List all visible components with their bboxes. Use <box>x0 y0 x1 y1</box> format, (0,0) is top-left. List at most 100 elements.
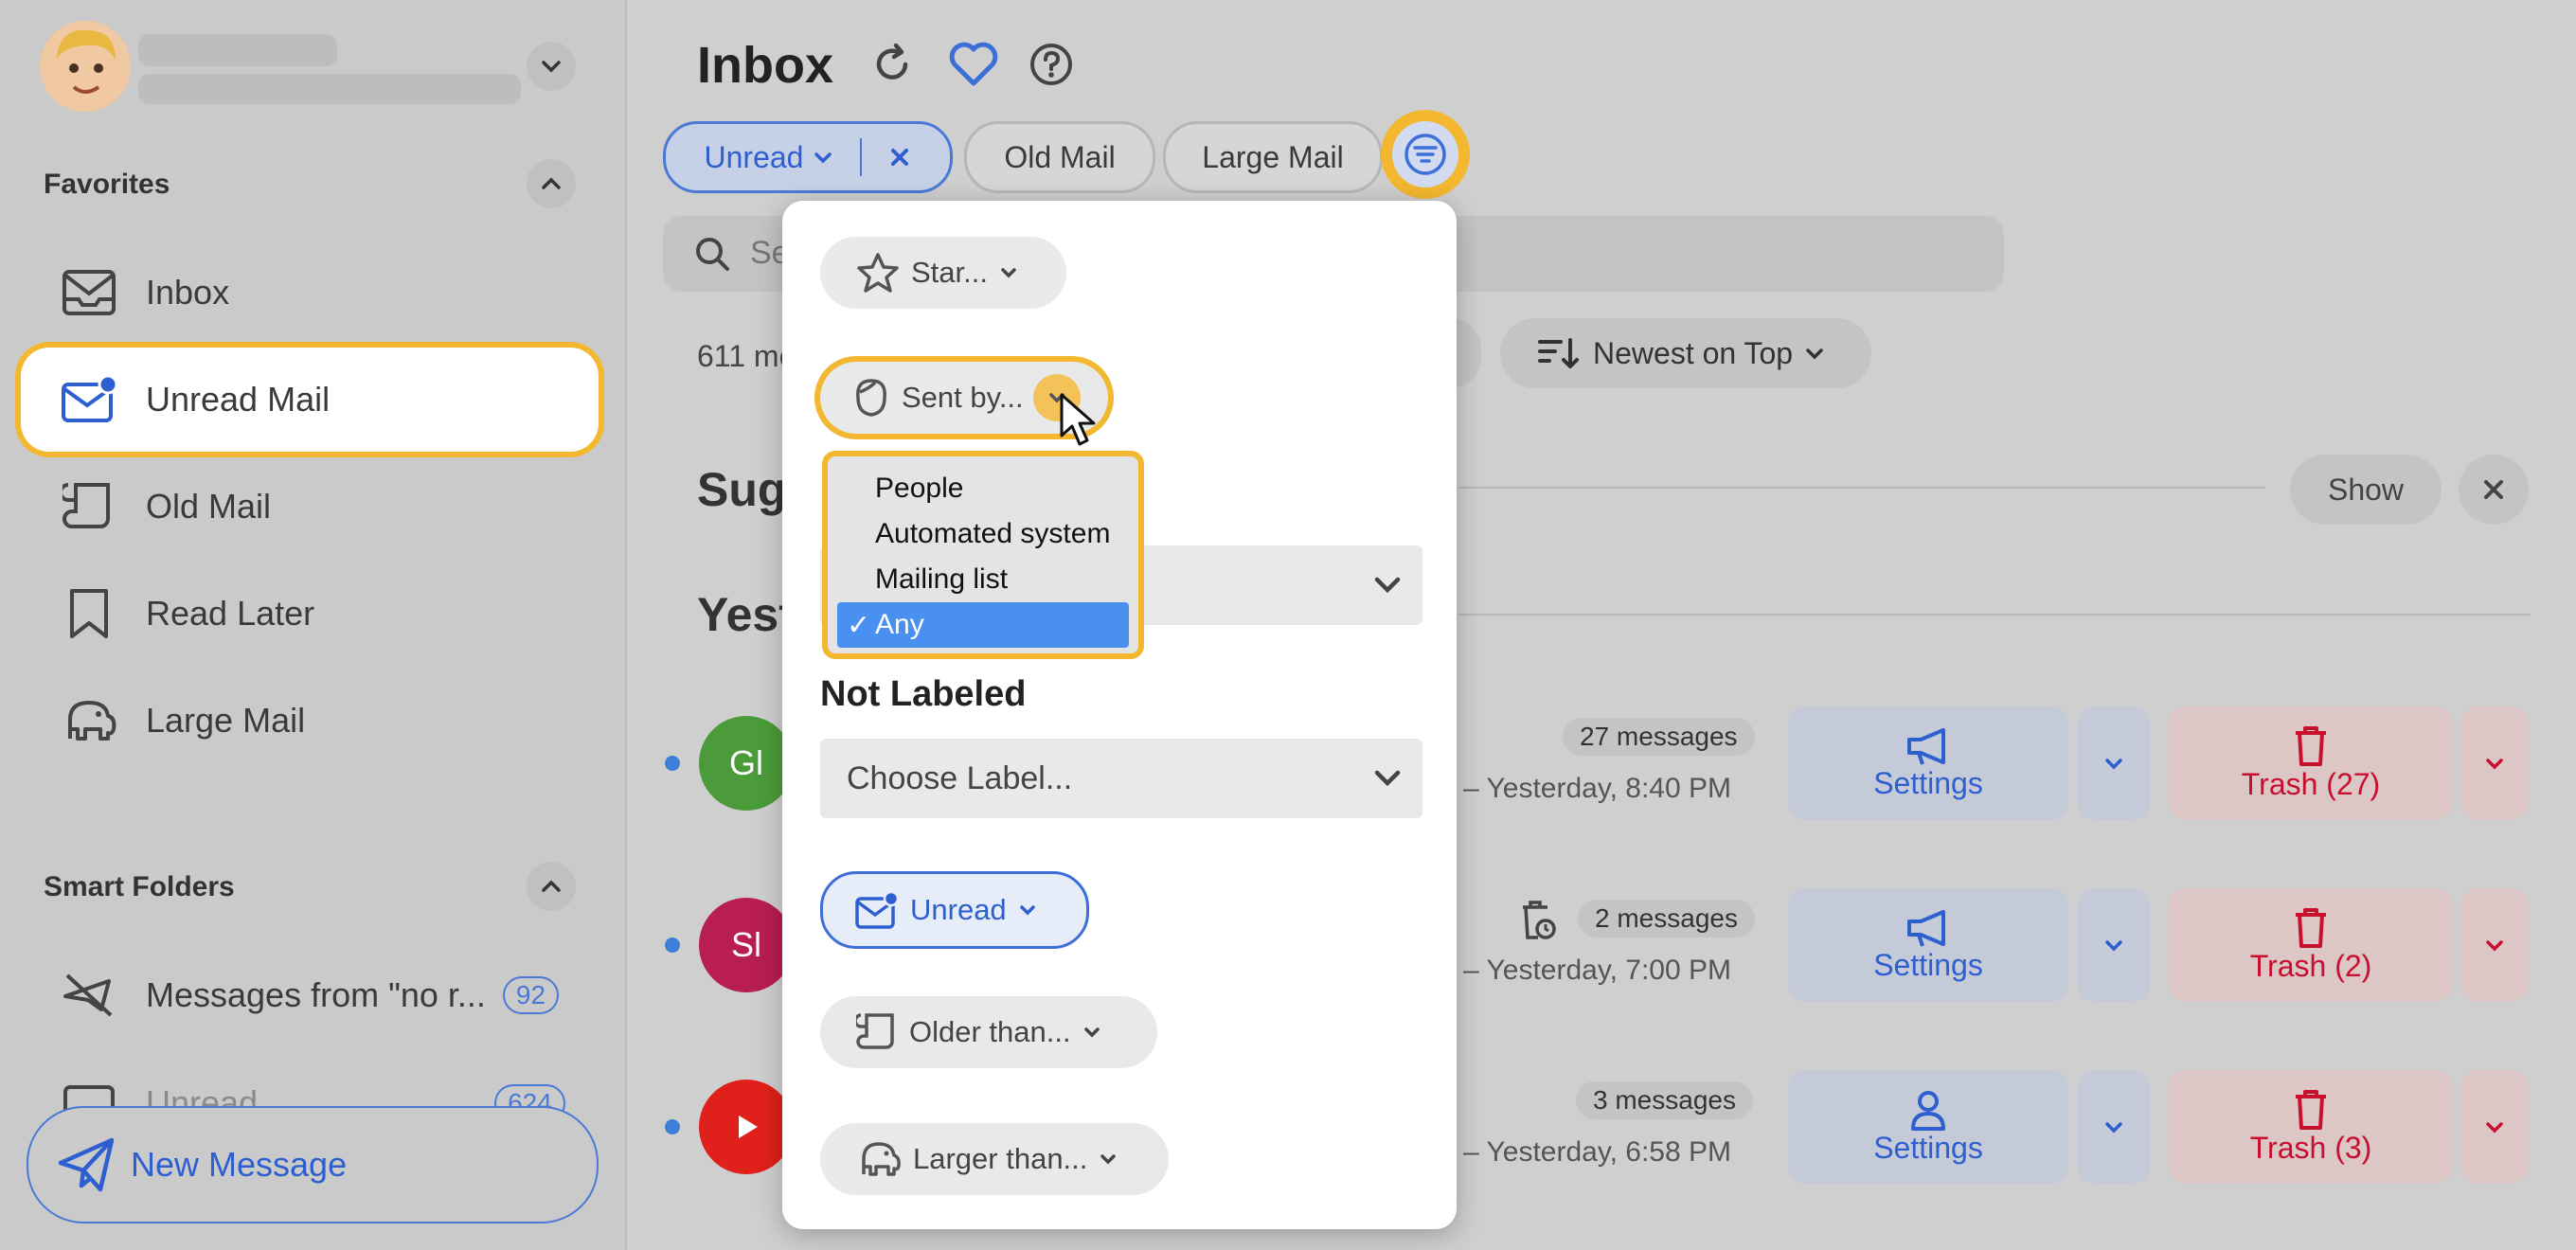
smart-folders-collapse-button[interactable] <box>527 862 576 911</box>
chevron-down-icon <box>2105 940 2122 952</box>
settings-button[interactable]: Settings <box>1788 1070 2068 1184</box>
large-mail-chip[interactable]: Large Mail <box>1163 121 1383 193</box>
trash-dropdown-button[interactable] <box>2460 1070 2529 1184</box>
trash-button[interactable]: Trash (2) <box>2169 888 2453 1002</box>
chevron-down-icon <box>542 61 561 73</box>
unread-dot <box>665 756 680 771</box>
trash-button[interactable]: Trash (3) <box>2169 1070 2453 1184</box>
scroll-icon <box>61 478 117 535</box>
scheduled-delete-icon <box>1519 900 1557 941</box>
favorites-collapse-button[interactable] <box>527 159 576 208</box>
new-message-label: New Message <box>131 1145 348 1184</box>
show-button[interactable]: Show <box>2290 455 2442 525</box>
chevron-down-icon <box>999 263 1018 282</box>
megaphone-icon <box>1907 909 1945 947</box>
message-count-badge: 2 messages <box>1578 900 1755 938</box>
filter-icon <box>1392 121 1458 188</box>
suggestions-heading: Sug <box>697 463 787 516</box>
trash-label: Trash (3) <box>2249 1130 2372 1165</box>
account-menu-button[interactable] <box>527 42 576 91</box>
elephant-icon <box>61 692 117 749</box>
sidebar-item-old-mail[interactable]: Old Mail <box>21 455 599 559</box>
help-icon[interactable] <box>1029 42 1074 87</box>
sidebar-item-inbox[interactable]: Inbox <box>21 241 599 345</box>
sidebar-item-unread-mail[interactable]: Unread Mail <box>21 348 599 452</box>
sidebar: Favorites Inbox Unread Mail Old Mail Rea… <box>0 0 627 1250</box>
sort-button[interactable]: Newest on Top <box>1500 318 1871 388</box>
older-than-label: Older than... <box>909 1015 1071 1048</box>
filter-button[interactable] <box>1381 110 1470 199</box>
chevron-down-icon <box>1373 574 1402 597</box>
play-icon <box>739 1116 758 1138</box>
option-automated-system[interactable]: Automated system <box>837 511 1129 557</box>
unread-filter-chip[interactable]: Unread <box>663 121 953 193</box>
settings-dropdown-button[interactable] <box>2078 706 2150 820</box>
clear-filter-icon[interactable] <box>888 146 911 169</box>
chevron-down-icon <box>1082 1023 1101 1042</box>
not-labeled-heading: Not Labeled <box>820 674 1027 714</box>
person-face-icon <box>850 377 890 419</box>
chevron-down-icon <box>1373 767 1402 790</box>
trash-dropdown-button[interactable] <box>2460 888 2529 1002</box>
unread-toggle-label: Unread <box>910 893 1007 926</box>
favorites-title: Favorites <box>44 169 170 200</box>
chevron-down-icon <box>1099 1150 1118 1169</box>
trash-dropdown-button[interactable] <box>2460 706 2529 820</box>
settings-label: Settings <box>1873 947 1983 982</box>
paper-plane-icon <box>57 1136 117 1193</box>
refresh-icon[interactable] <box>869 42 915 87</box>
choose-label-select[interactable]: Choose Label... <box>820 739 1422 818</box>
message-count-badge: 27 messages <box>1563 718 1755 756</box>
star-filter-button[interactable]: Star... <box>820 237 1066 309</box>
chevron-down-icon <box>1018 901 1037 920</box>
option-any[interactable]: ✓ Any <box>837 602 1129 648</box>
sent-by-label: Sent by... <box>902 381 1024 414</box>
chevron-up-icon <box>542 880 561 892</box>
option-people[interactable]: People <box>837 466 1129 511</box>
page-title: Inbox <box>697 37 833 94</box>
chevron-down-icon <box>2486 759 2503 770</box>
sidebar-item-read-later[interactable]: Read Later <box>21 562 599 666</box>
settings-button[interactable]: Settings <box>1788 706 2068 820</box>
unread-dot <box>665 938 680 953</box>
search-icon <box>693 235 731 273</box>
settings-label: Settings <box>1873 765 1983 800</box>
sidebar-item-label: Messages from "no r... <box>146 975 486 1014</box>
option-mailing-list[interactable]: Mailing list <box>837 557 1129 602</box>
trash-button[interactable]: Trash (27) <box>2169 706 2453 820</box>
message-count-badge: 3 messages <box>1576 1081 1753 1119</box>
settings-label: Settings <box>1873 1130 1983 1165</box>
chevron-down-icon <box>1804 343 1825 364</box>
chevron-down-icon <box>2486 1122 2503 1134</box>
sidebar-item-label: Read Later <box>146 594 315 633</box>
filter-popover: Star... Sent by... Not Labeled Choose La… <box>782 201 1457 1229</box>
sort-label: Newest on Top <box>1593 335 1794 370</box>
new-message-button[interactable]: New Message <box>27 1106 599 1223</box>
larger-than-label: Larger than... <box>913 1142 1088 1175</box>
divider <box>1458 487 2265 489</box>
checkmark-icon: ✓ <box>847 609 871 641</box>
person-icon <box>1911 1090 1945 1131</box>
sidebar-item-large-mail[interactable]: Large Mail <box>21 669 599 773</box>
smart-folders-title: Smart Folders <box>44 871 235 902</box>
settings-dropdown-button[interactable] <box>2078 888 2150 1002</box>
dismiss-button[interactable] <box>2459 455 2529 525</box>
older-than-button[interactable]: Older than... <box>820 996 1157 1068</box>
trash-label: Trash (2) <box>2249 948 2372 983</box>
sidebar-item-no-reply[interactable]: Messages from "no r... 92 <box>21 943 599 1047</box>
heart-icon[interactable] <box>949 42 998 87</box>
chip-divider <box>860 138 863 176</box>
settings-dropdown-button[interactable] <box>2078 1070 2150 1184</box>
star-filter-label: Star... <box>911 256 988 289</box>
unread-chip-label: Unread <box>704 139 804 174</box>
bookmark-icon <box>61 585 117 642</box>
old-mail-chip[interactable]: Old Mail <box>964 121 1155 193</box>
option-label: Any <box>875 609 924 640</box>
larger-than-button[interactable]: Larger than... <box>820 1123 1169 1195</box>
chevron-down-icon <box>813 147 833 168</box>
chevron-down-icon <box>2486 940 2503 952</box>
mouse-cursor-icon <box>1059 392 1099 449</box>
settings-button[interactable]: Settings <box>1788 888 2068 1002</box>
unread-toggle-button[interactable]: Unread <box>820 871 1089 949</box>
avatar[interactable] <box>40 21 131 112</box>
